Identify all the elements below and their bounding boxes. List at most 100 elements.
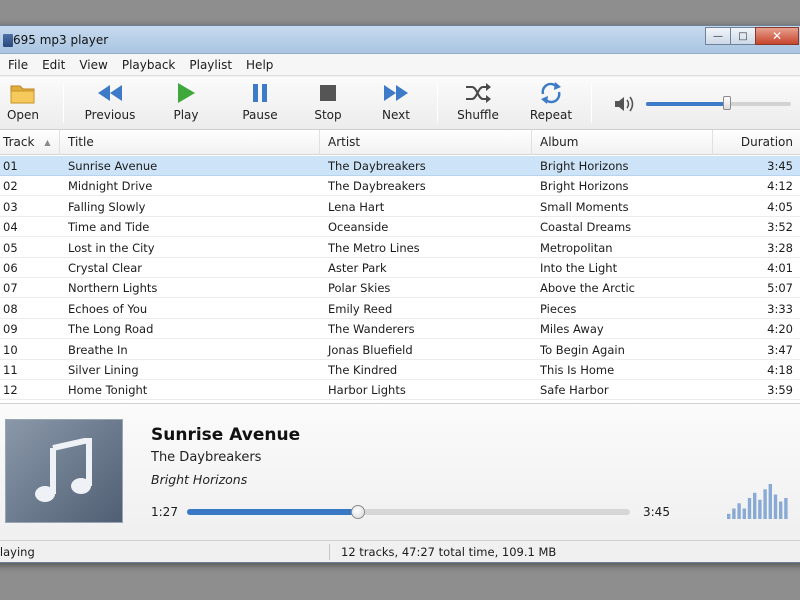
track-number: 02 — [3, 179, 18, 194]
next-label: Next — [382, 108, 410, 122]
status-bar: Playing 12 tracks, 47:27 total time, 109… — [0, 540, 800, 562]
volume-icon[interactable] — [613, 94, 637, 114]
menu-playback[interactable]: Playback — [115, 58, 183, 72]
toolbar-separator — [437, 83, 438, 123]
track-number: 08 — [3, 301, 18, 316]
playlist-table: Track ▲ Title Artist Album Duration 01 Sun… — [0, 130, 800, 403]
track-artist: Jonas Bluefield — [328, 342, 413, 357]
table-row[interactable]: 06 Crystal Clear Aster Park Into the Light 4… — [0, 258, 800, 278]
spectrum-bar — [779, 501, 783, 519]
track-number: 10 — [3, 342, 18, 357]
playlist-summary: 12 tracks, 47:27 total time, 109.1 MB — [341, 545, 557, 559]
track-album: Metropolitan — [540, 240, 613, 255]
elapsed-time: 1:27 — [151, 505, 178, 519]
menu-edit[interactable]: Edit — [35, 58, 72, 72]
shuffle-label: Shuffle — [457, 108, 499, 122]
menu-file[interactable]: File — [1, 58, 35, 72]
stop-icon — [320, 85, 336, 101]
volume-thumb[interactable] — [723, 96, 732, 110]
track-duration: 4:01 — [767, 261, 793, 275]
table-row[interactable]: 05 Lost in the City The Metro Lines Metropo… — [0, 238, 800, 258]
spectrum-bar — [732, 508, 736, 519]
volume-slider[interactable] — [646, 96, 791, 110]
track-duration: 4:05 — [767, 199, 793, 214]
track-album: Above the Arctic — [540, 281, 635, 296]
track-duration: 4:18 — [767, 363, 793, 377]
seek-thumb[interactable] — [351, 505, 366, 519]
track-number: 09 — [3, 322, 18, 337]
previous-label: Previous — [84, 108, 136, 122]
table-row[interactable]: 07 Northern Lights Polar Skies Above the Ar… — [0, 278, 800, 299]
table-row[interactable]: 12 Home Tonight Harbor Lights Safe Harbor 3:… — [0, 380, 800, 401]
column-header-duration[interactable]: Duration — [713, 130, 800, 155]
track-title: The Long Road — [68, 322, 154, 337]
table-row[interactable]: 04 Time and Tide Oceanside Coastal Dreams 3:… — [0, 217, 800, 238]
next-icon — [384, 85, 408, 101]
table-row[interactable]: 02 Midnight Drive The Daybreakers Bright Ho… — [0, 176, 800, 197]
playback-status: Playing — [0, 545, 35, 559]
track-duration: 3:45 — [767, 159, 793, 173]
next-button[interactable]: Next — [363, 80, 429, 127]
table-header: Track ▲ Title Artist Album Duration — [0, 130, 800, 155]
minimize-icon: — — [713, 30, 723, 42]
repeat-button[interactable]: Repeat — [518, 80, 584, 127]
track-artist: The Metro Lines — [328, 240, 420, 255]
maximize-icon: □ — [738, 30, 748, 42]
menu-playlist[interactable]: Playlist — [182, 58, 239, 72]
track-album: Pieces — [540, 301, 577, 316]
open-button[interactable]: Open — [0, 80, 56, 127]
track-title: Sunrise Avenue — [68, 159, 158, 173]
table-row[interactable]: 11 Silver Lining The Kindred This Is Home 4:… — [0, 360, 800, 380]
track-album: Bright Horizons — [540, 159, 629, 173]
table-row[interactable]: 03 Falling Slowly Lena Hart Small Moments 4:… — [0, 197, 800, 217]
track-album: Bright Horizons — [540, 179, 629, 194]
title-bar[interactable]: 695 mp3 player — □ ✕ — [0, 26, 800, 54]
table-row[interactable]: 09 The Long Road The Wanderers Miles Away 4:… — [0, 319, 800, 340]
play-button[interactable]: Play — [153, 80, 219, 127]
menu-help[interactable]: Help — [239, 58, 280, 72]
seek-bar[interactable] — [187, 505, 630, 519]
column-header-track[interactable]: Track ▲ — [0, 130, 60, 155]
pause-button[interactable]: Pause — [227, 80, 293, 127]
app-icon — [3, 34, 13, 47]
now-playing-album: Bright Horizons — [151, 472, 248, 487]
table-row[interactable]: 08 Echoes of You Emily Reed Pieces 3:33 — [0, 299, 800, 319]
spectrum-bar — [763, 489, 767, 519]
table-row[interactable]: 10 Breathe In Jonas Bluefield To Begin Agai… — [0, 340, 800, 360]
track-duration: 3:47 — [767, 342, 793, 357]
menu-view[interactable]: View — [72, 58, 114, 72]
table-row[interactable]: 01 Sunrise Avenue The Daybreakers Bright Ho… — [0, 156, 800, 176]
volume-fill — [646, 102, 728, 106]
album-art — [5, 419, 123, 523]
maximize-button[interactable]: □ — [730, 27, 756, 45]
track-title: Northern Lights — [68, 281, 158, 296]
minimize-button[interactable]: — — [705, 27, 731, 45]
track-number: 12 — [3, 383, 18, 398]
track-duration: 3:52 — [767, 220, 793, 235]
previous-button[interactable]: Previous — [77, 80, 143, 127]
spectrum-bar — [742, 508, 746, 519]
spectrum-bar — [727, 513, 731, 519]
now-playing-panel: Sunrise Avenue The Daybreakers Bright Ho… — [0, 403, 800, 534]
track-artist: Aster Park — [328, 261, 387, 275]
track-number: 06 — [3, 261, 18, 275]
seek-fill — [187, 509, 359, 515]
window-title: 695 mp3 player — [13, 33, 109, 47]
spectrum-bar — [737, 503, 741, 519]
track-duration: 3:28 — [767, 240, 793, 255]
track-title: Midnight Drive — [68, 179, 153, 194]
track-artist: The Daybreakers — [328, 179, 426, 194]
column-header-artist[interactable]: Artist — [320, 130, 532, 155]
track-album: This Is Home — [540, 363, 615, 377]
track-artist: Polar Skies — [328, 281, 391, 296]
close-button[interactable]: ✕ — [755, 27, 799, 45]
stop-button[interactable]: Stop — [295, 80, 361, 127]
track-number: 11 — [3, 363, 18, 377]
column-header-album[interactable]: Album — [532, 130, 713, 155]
toolbar-separator — [63, 83, 64, 123]
track-artist: Lena Hart — [328, 199, 385, 214]
shuffle-icon — [466, 83, 491, 103]
window-controls: — □ ✕ — [705, 27, 799, 45]
shuffle-button[interactable]: Shuffle — [445, 80, 511, 127]
column-header-title[interactable]: Title — [60, 130, 320, 155]
